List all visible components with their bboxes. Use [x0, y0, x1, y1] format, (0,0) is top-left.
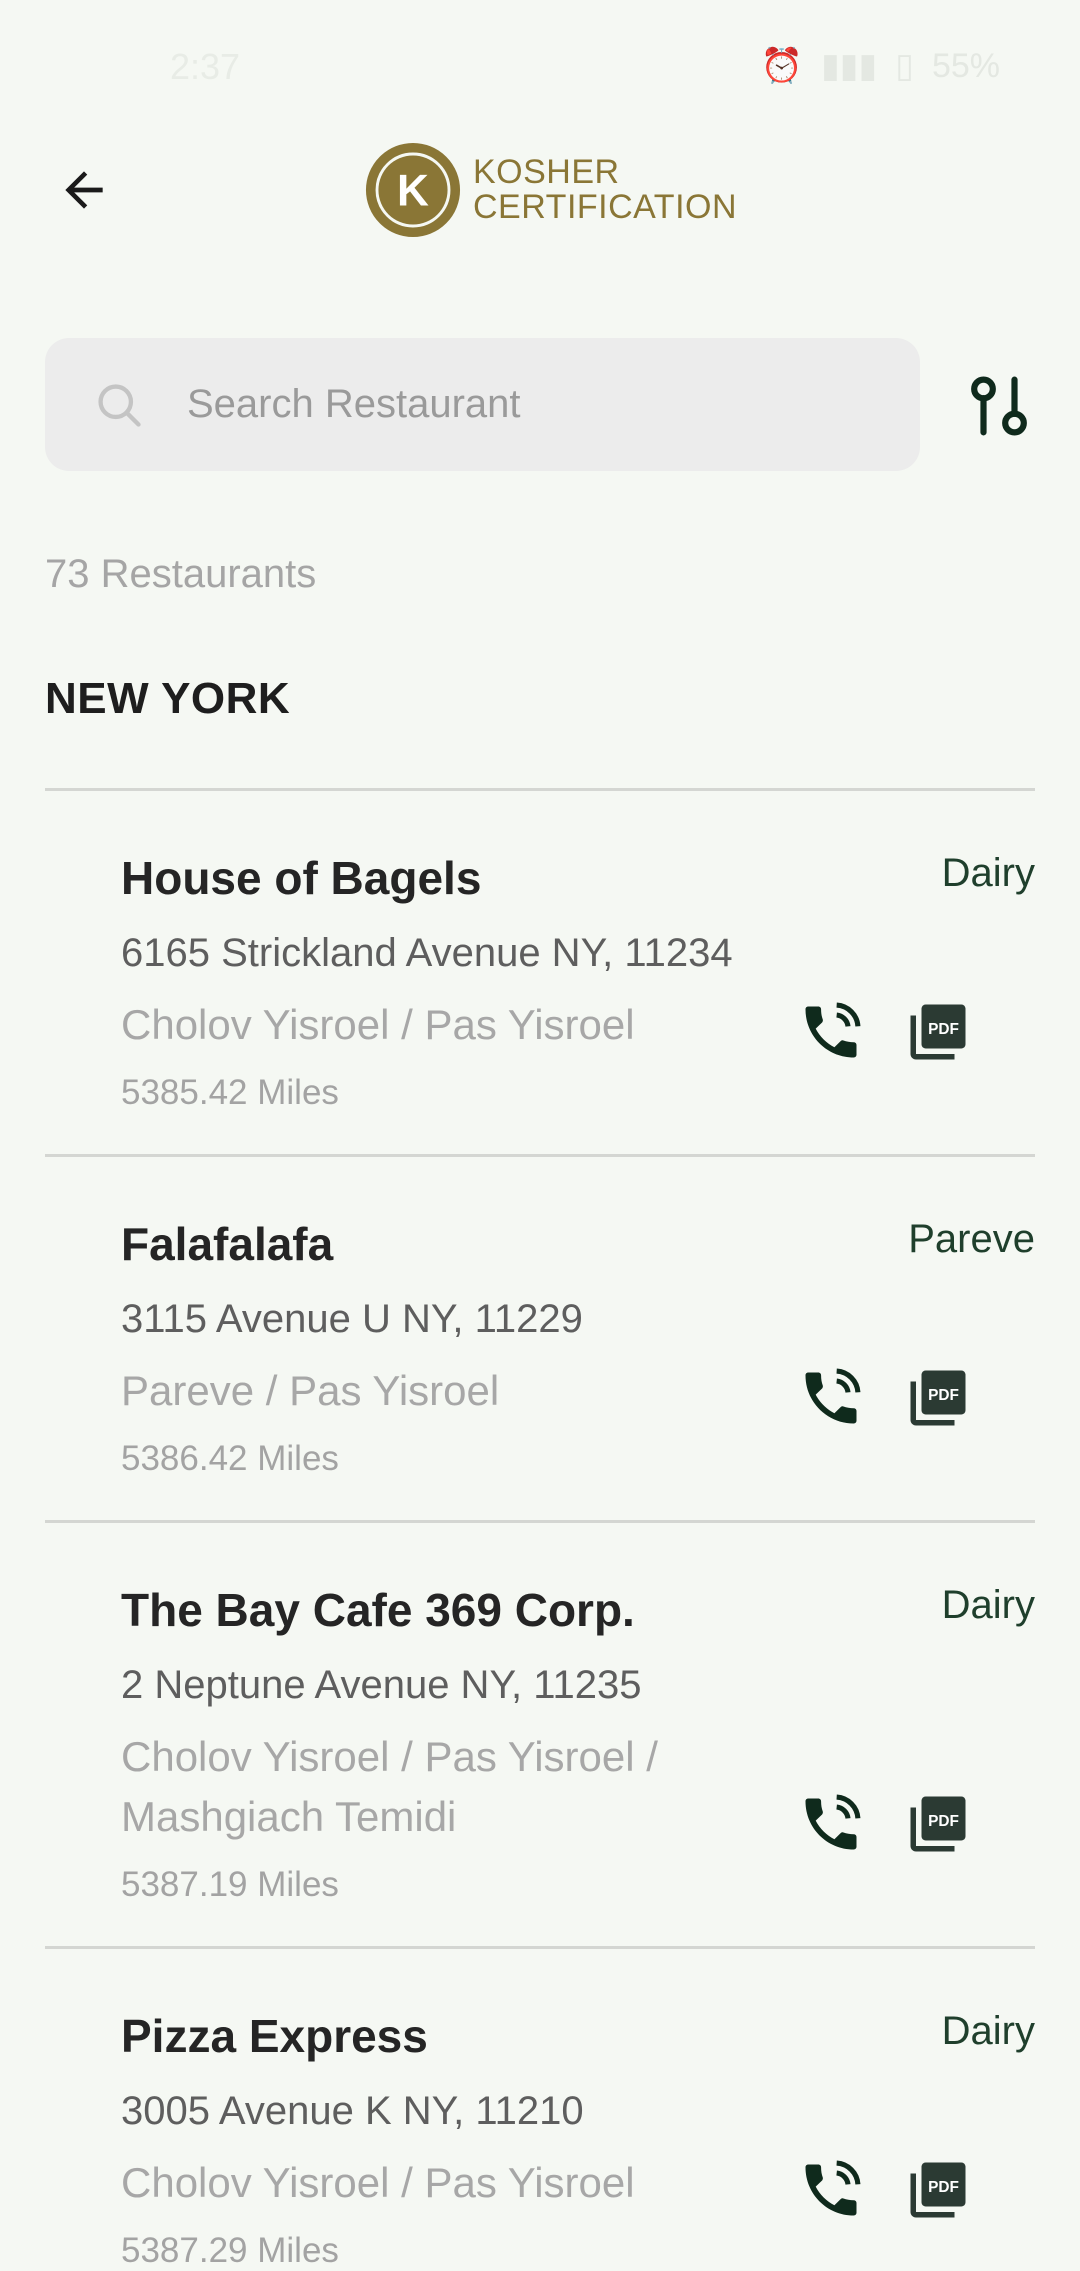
- restaurant-certification: Cholov Yisroel / Pas Yisroel: [121, 1001, 635, 1048]
- brand-logo: K KOSHER CERTIFICATION: [365, 142, 737, 238]
- restaurant-type: Dairy: [941, 851, 1035, 895]
- restaurant-type: Dairy: [941, 2009, 1035, 2053]
- list-item[interactable]: Pizza Express Dairy 3005 Avenue K NY, 11…: [45, 1949, 1035, 2271]
- list-item[interactable]: House of Bagels Dairy 6165 Strickland Av…: [45, 791, 1035, 1156]
- logo-text-line1: KOSHER: [473, 153, 620, 191]
- restaurant-distance: 5385.42 Miles: [121, 1073, 339, 1112]
- restaurant-name: House of Bagels: [121, 852, 482, 904]
- restaurant-certification: Pareve / Pas Yisroel: [121, 1367, 500, 1414]
- phone-call-icon[interactable]: [797, 1364, 865, 1432]
- list-item[interactable]: Falafalafa Pareve 3115 Avenue U NY, 1122…: [45, 1157, 1035, 1522]
- status-bar: 2:37 ⏰ ▮▮▮ ▯ 55%: [0, 0, 1080, 130]
- status-time: 2:37: [170, 46, 241, 87]
- logo-text: KOSHER CERTIFICATION: [473, 155, 737, 225]
- arrow-left-icon: [65, 171, 103, 209]
- restaurant-address: 3115 Avenue U NY, 11229: [121, 1297, 583, 1341]
- back-button[interactable]: [44, 150, 124, 230]
- restaurant-certification: Cholov Yisroel / Pas Yisroel: [121, 2159, 635, 2206]
- alarm-icon: ⏰: [760, 47, 804, 85]
- phone-call-icon[interactable]: [797, 2156, 865, 2224]
- restaurant-address: 3005 Avenue K NY, 11210: [121, 2089, 584, 2133]
- svg-text:PDF: PDF: [928, 1813, 959, 1830]
- restaurant-type: Dairy: [941, 1583, 1035, 1627]
- svg-text:PDF: PDF: [928, 1021, 959, 1038]
- restaurant-address: 6165 Strickland Avenue NY, 11234: [121, 931, 733, 975]
- results-count: 73 Restaurants: [45, 552, 317, 596]
- filter-icon: [971, 376, 1027, 436]
- restaurant-name: The Bay Cafe 369 Corp.: [121, 1584, 635, 1636]
- filter-button[interactable]: [968, 375, 1030, 437]
- svg-text:PDF: PDF: [928, 1387, 959, 1404]
- logo-letter: K: [397, 166, 429, 215]
- region-title: NEW YORK: [45, 674, 291, 723]
- restaurant-distance: 5386.42 Miles: [121, 1439, 339, 1478]
- restaurant-name: Falafalafa: [121, 1218, 334, 1270]
- search-icon: [98, 383, 141, 427]
- restaurant-distance: 5387.29 Miles: [121, 2231, 339, 2270]
- logo-mark: K: [365, 142, 461, 238]
- pdf-icon[interactable]: PDF: [905, 1365, 971, 1431]
- restaurant-certification: Cholov Yisroel / Pas Yisroel / Mashgiach…: [121, 1733, 658, 1840]
- pdf-icon[interactable]: PDF: [905, 999, 971, 1065]
- search-bar[interactable]: [45, 338, 920, 471]
- phone-call-icon[interactable]: [797, 1790, 865, 1858]
- restaurant-type: Pareve: [908, 1217, 1035, 1261]
- svg-text:PDF: PDF: [928, 2179, 959, 2196]
- status-icons: ⏰ ▮▮▮ ▯ 55%: [761, 46, 1000, 86]
- phone-call-icon[interactable]: [797, 998, 865, 1066]
- pdf-icon[interactable]: PDF: [905, 1791, 971, 1857]
- search-input[interactable]: [185, 381, 839, 428]
- logo-text-line2: CERTIFICATION: [473, 188, 738, 226]
- restaurant-name: Pizza Express: [121, 2010, 428, 2062]
- battery-level: 55%: [931, 46, 1000, 85]
- restaurant-distance: 5387.19 Miles: [121, 1865, 339, 1904]
- list-item[interactable]: The Bay Cafe 369 Corp. Dairy 2 Neptune A…: [45, 1523, 1035, 1948]
- battery-icon: ▯: [895, 47, 914, 85]
- pdf-icon[interactable]: PDF: [905, 2157, 971, 2223]
- restaurant-address: 2 Neptune Avenue NY, 11235: [121, 1663, 642, 1707]
- signal-icon: ▮▮▮: [821, 47, 878, 85]
